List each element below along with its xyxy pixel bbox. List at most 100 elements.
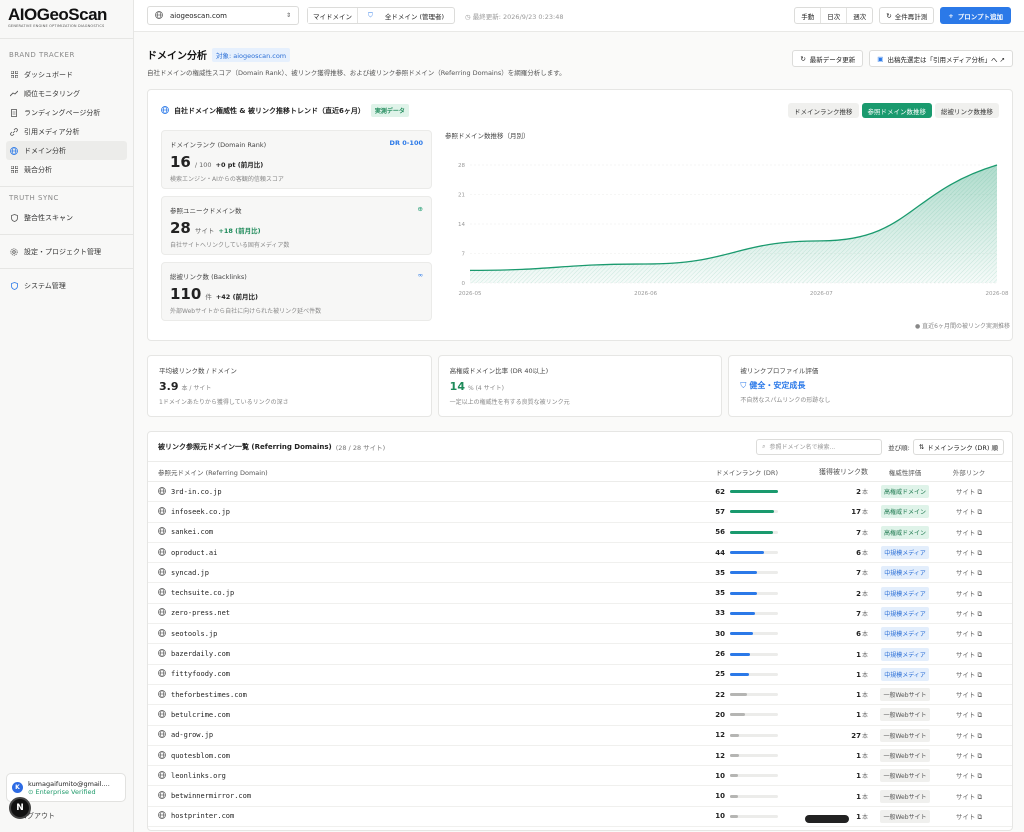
brand-logo[interactable]: AIOGeoScan GENERATIVE ENGINE OPTIMIZATIO… xyxy=(0,0,133,36)
domain-select[interactable]: aiogeoscan.com ⇕ xyxy=(147,6,299,25)
dr-bar xyxy=(730,693,778,697)
tab-backlinks[interactable]: 総被リンク数推移 xyxy=(935,103,999,118)
search-input[interactable]: ⌕ 参照ドメイン名で検索... xyxy=(756,438,883,455)
brand-tagline: GENERATIVE ENGINE OPTIMIZATION DIAGNOSTI… xyxy=(8,24,105,28)
table-row[interactable]: infoseek.co.jp 57 17本 高権威ドメイン サイト ⧉ xyxy=(148,502,1012,523)
n-icon[interactable]: N xyxy=(9,797,31,819)
table-row[interactable]: sankei.com 56 7本 高権威ドメイン サイト ⧉ xyxy=(148,523,1012,543)
domain-scope-toggle: マイドメイン ⛉ 全ドメイン (管理者) xyxy=(307,7,456,24)
external-link[interactable]: サイト ⧉ xyxy=(942,527,996,538)
links-cell: 1本 xyxy=(778,650,868,659)
table-row[interactable]: fittyfoody.com 25 1本 中規模メディア サイト ⧉ xyxy=(148,665,1012,685)
stat-value: 14 xyxy=(449,380,465,393)
kpi-unit: サイト xyxy=(194,227,215,235)
external-link[interactable]: サイト ⧉ xyxy=(942,547,996,558)
external-link[interactable]: サイト ⧉ xyxy=(942,506,996,517)
seg-all-domains[interactable]: ⛉ 全ドメイン (管理者) xyxy=(358,8,454,23)
period-weekly[interactable]: 週次 xyxy=(847,8,872,23)
sort-select[interactable]: ⇅ ドメインランク (DR) 順 xyxy=(912,438,1004,455)
col-domain[interactable]: 参照元ドメイン (Referring Domain) xyxy=(158,467,690,477)
stat-label: 平均被リンク数 / ドメイン xyxy=(159,367,237,375)
eval-cell: 中規模メディア xyxy=(868,627,942,641)
sidebar-item-consistency-scan[interactable]: 整合性スキャン xyxy=(6,208,127,227)
table-row[interactable]: oproduct.ai 44 6本 中規模メディア サイト ⧉ xyxy=(148,543,1012,564)
table-row[interactable]: 3rd-in.co.jp 62 2本 高権威ドメイン サイト ⧉ xyxy=(148,482,1012,503)
external-link[interactable]: サイト ⧉ xyxy=(942,608,996,619)
external-link[interactable]: サイト ⧉ xyxy=(942,811,996,822)
domain-name: sankei.com xyxy=(171,528,214,537)
add-prompt-button[interactable]: + プロンプト追加 xyxy=(940,7,1011,24)
table-row[interactable]: leonlinks.org 10 1本 一般Webサイト サイト ⧉ xyxy=(148,766,1012,787)
rerun-all-button[interactable]: ↻ 全件再計測 xyxy=(879,7,935,24)
col-eval[interactable]: 権威性評価 xyxy=(868,467,942,477)
external-link[interactable]: サイト ⧉ xyxy=(942,628,996,639)
globe-icon xyxy=(158,527,166,537)
table-row[interactable]: theforbestimes.com 22 1本 一般Webサイト サイト ⧉ xyxy=(148,685,1012,706)
dr-bar-fill xyxy=(730,632,754,636)
external-link[interactable]: サイト ⧉ xyxy=(942,669,996,680)
measured-badge: 実測データ xyxy=(370,104,409,117)
period-manual[interactable]: 手動 xyxy=(795,8,822,23)
sidebar-item-rank-monitoring[interactable]: 順位モニタリング xyxy=(6,84,127,103)
table-row[interactable]: hostprinter.com 10 1本 一般Webサイト サイト ⧉ xyxy=(148,807,1012,828)
y-tick-label: 21 xyxy=(458,193,465,199)
stat-avg-links: 平均被リンク数 / ドメイン 3.9 本 / サイト 1ドメインあたりから獲得し… xyxy=(147,355,432,417)
tab-referring-domains[interactable]: 参照ドメイン数推移 xyxy=(861,103,932,118)
sidebar-item-domain-analysis[interactable]: ドメイン分析 xyxy=(6,141,127,160)
refresh-data-button[interactable]: ↻ 最新データ更新 xyxy=(792,50,864,67)
external-link[interactable]: サイト ⧉ xyxy=(942,649,996,660)
sidebar-item-cited-media[interactable]: 引用メディア分析 xyxy=(6,122,127,141)
col-dr[interactable]: ドメインランク (DR) xyxy=(690,467,778,477)
sidebar-item-settings[interactable]: 設定・プロジェクト管理 xyxy=(6,242,127,261)
sidebar-item-dashboard[interactable]: ダッシュボード xyxy=(6,65,127,84)
table-row[interactable]: quotesblom.com 12 1本 一般Webサイト サイト ⧉ xyxy=(148,746,1012,767)
table-row[interactable]: seotools.jp 30 6本 中規模メディア サイト ⧉ xyxy=(148,624,1012,645)
links-value: 6 xyxy=(856,549,861,558)
domain-cell: bazerdaily.com xyxy=(158,649,690,659)
external-link[interactable]: サイト ⧉ xyxy=(942,709,996,720)
dr-bar-fill xyxy=(730,814,738,818)
sidebar-item-system[interactable]: システム管理 xyxy=(6,276,127,295)
domain-name: leonlinks.org xyxy=(171,771,226,780)
shield-icon xyxy=(10,281,18,290)
period-daily[interactable]: 日次 xyxy=(821,8,848,23)
external-link[interactable]: サイト ⧉ xyxy=(942,588,996,599)
dr-cell: 10 xyxy=(690,792,778,800)
table-row[interactable]: zero-press.net 33 7本 中規模メディア サイト ⧉ xyxy=(148,604,1012,625)
sidebar-item-competitor[interactable]: 競合分析 xyxy=(6,160,127,179)
links-value: 6 xyxy=(856,630,861,639)
domain-name: betulcrime.com xyxy=(171,710,231,719)
scroll-indicator[interactable] xyxy=(805,815,849,823)
globe-icon xyxy=(158,791,166,801)
sidebar-item-label: ランディングページ分析 xyxy=(24,108,101,117)
trend-tabs: ドメインランク推移 参照ドメイン数推移 総被リンク数推移 xyxy=(788,103,999,118)
tab-domain-rank[interactable]: ドメインランク推移 xyxy=(788,103,859,118)
trend-card: 自社ドメイン権威性 & 被リンク推移トレンド（直近6ヶ月） 実測データ ドメイン… xyxy=(147,89,1013,341)
external-link[interactable]: サイト ⧉ xyxy=(942,689,996,700)
table-row[interactable]: bazerdaily.com 26 1本 中規模メディア サイト ⧉ xyxy=(148,644,1012,665)
user-plan: ⊙ Enterprise Verified xyxy=(28,787,96,796)
table-row[interactable]: betwinnermirror.com 10 1本 一般Webサイト サイト ⧉ xyxy=(148,786,1012,807)
col-links[interactable]: 獲得被リンク数 xyxy=(778,467,868,477)
external-link[interactable]: サイト ⧉ xyxy=(942,730,996,741)
external-link[interactable]: サイト ⧉ xyxy=(942,750,996,761)
sidebar-item-landing-page[interactable]: ランディングページ分析 xyxy=(6,103,127,122)
domain-name: oproduct.ai xyxy=(171,548,218,557)
table-row[interactable]: betulcrime.com 20 1本 一般Webサイト サイト ⧉ xyxy=(148,705,1012,726)
cited-media-link-button[interactable]: ▣ 出稿先選定は「引用メディア分析」へ ↗ xyxy=(869,50,1013,67)
external-link[interactable]: サイト ⧉ xyxy=(942,567,996,578)
seg-my-domain[interactable]: マイドメイン xyxy=(308,8,358,23)
external-link-icon: ⧉ xyxy=(977,549,983,558)
external-link[interactable]: サイト ⧉ xyxy=(942,486,996,497)
kpi-delta: +0 pt (前月比) xyxy=(215,161,264,169)
table-header-row: 参照元ドメイン (Referring Domain) ドメインランク (DR) … xyxy=(148,463,1012,482)
table-row[interactable]: ad-grow.jp 12 27本 一般Webサイト サイト ⧉ xyxy=(148,726,1012,746)
external-link[interactable]: サイト ⧉ xyxy=(942,791,996,802)
dr-cell: 57 xyxy=(690,508,778,516)
table-row[interactable]: techsuite.co.jp 35 2本 中規模メディア サイト ⧉ xyxy=(148,583,1012,604)
table-row[interactable]: syncad.jp 35 7本 中規模メディア サイト ⧉ xyxy=(148,563,1012,584)
dr-cell: 25 xyxy=(690,670,778,678)
external-link[interactable]: サイト ⧉ xyxy=(942,770,996,781)
external-link-icon: ⧉ xyxy=(977,508,983,517)
eval-cell: 一般Webサイト xyxy=(868,809,942,823)
